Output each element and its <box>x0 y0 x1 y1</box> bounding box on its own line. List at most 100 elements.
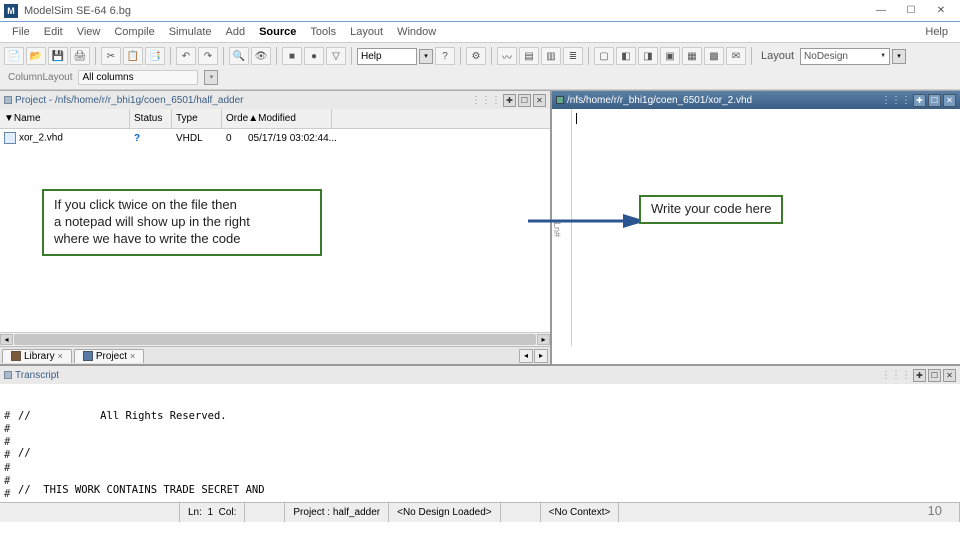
g2-icon[interactable]: ◧ <box>616 47 636 65</box>
maximize-button[interactable]: ☐ <box>896 0 926 22</box>
copy-icon[interactable]: 📋 <box>123 47 143 65</box>
transcript-gutter: ######## <box>4 386 18 500</box>
g4-icon[interactable]: ▣ <box>660 47 680 65</box>
pane-close-icon[interactable]: ✕ <box>943 94 956 107</box>
arrow-icon <box>528 206 650 236</box>
col-status[interactable]: Status <box>130 109 172 128</box>
wave-icon[interactable]: 〰 <box>497 47 517 65</box>
project-pane-title: Project - /nfs/home/r/r_bhi1g/coen_6501/… <box>15 95 243 106</box>
bottom-tabs: Library × Project × ◂ ▸ <box>0 346 552 364</box>
close-button[interactable]: ✕ <box>926 0 956 22</box>
pane-handle-icon[interactable] <box>4 96 12 104</box>
col-name[interactable]: ▼Name <box>0 109 130 128</box>
tab-project[interactable]: Project × <box>74 349 144 363</box>
menu-window[interactable]: Window <box>391 24 442 40</box>
transcript-body[interactable]: ######## // All Rights Reserved. // // T… <box>0 384 960 502</box>
menu-add[interactable]: Add <box>220 24 252 40</box>
pane-dock-icon[interactable]: ✚ <box>913 94 926 107</box>
mem-icon[interactable]: ▤ <box>519 47 539 65</box>
redo-icon[interactable]: ↷ <box>198 47 218 65</box>
file-order: 0 <box>222 131 244 146</box>
help-dropdown-icon[interactable]: ▾ <box>419 49 433 64</box>
g1-icon[interactable]: ▢ <box>594 47 614 65</box>
project-pane: Project - /nfs/home/r/r_bhi1g/coen_6501/… <box>0 91 552 346</box>
layout-value: NoDesign <box>804 51 848 62</box>
layout-dropdown-icon[interactable]: ▾ <box>892 49 906 64</box>
menu-edit[interactable]: Edit <box>38 24 69 40</box>
g3-icon[interactable]: ◨ <box>638 47 658 65</box>
transcript-title: Transcript <box>15 370 59 381</box>
menu-layout[interactable]: Layout <box>344 24 389 40</box>
new-icon[interactable]: 📄 <box>4 47 24 65</box>
help-icon[interactable]: ? <box>435 47 455 65</box>
pane-dock-icon[interactable]: ✚ <box>913 369 926 382</box>
menu-simulate[interactable]: Simulate <box>163 24 218 40</box>
chevron-down-icon: ▼ <box>880 53 886 59</box>
tab-library-label: Library <box>24 351 55 362</box>
menu-tools[interactable]: Tools <box>304 24 342 40</box>
list-icon[interactable]: ≣ <box>563 47 583 65</box>
pane-max-icon[interactable]: ☐ <box>928 369 941 382</box>
status-context: <No Context> <box>541 503 620 522</box>
pane-max-icon[interactable]: ☐ <box>518 94 531 107</box>
paste-icon[interactable]: 📑 <box>145 47 165 65</box>
editor-pane-title: /nfs/home/r/r_bhi1g/coen_6501/xor_2.vhd <box>567 95 752 106</box>
file-modified: 05/17/19 03:02:44... <box>244 131 342 146</box>
columnlayout-input[interactable] <box>78 70 198 85</box>
col-type[interactable]: Type <box>172 109 222 128</box>
text-cursor <box>576 113 577 124</box>
menu-file[interactable]: File <box>6 24 36 40</box>
pane-dock-icon[interactable]: ✚ <box>503 94 516 107</box>
cut-icon[interactable]: ✂ <box>101 47 121 65</box>
transcript-header: Transcript ⋮⋮⋮ ✚ ☐ ✕ <box>0 366 960 384</box>
minimize-button[interactable]: — <box>866 0 896 22</box>
columnlayout-dropdown-icon[interactable]: ▾ <box>204 70 218 85</box>
menu-view[interactable]: View <box>71 24 107 40</box>
menu-help[interactable]: Help <box>919 24 954 40</box>
title-bar: M ModelSim SE-64 6.bg — ☐ ✕ <box>0 0 960 22</box>
menu-source[interactable]: Source <box>253 24 302 40</box>
project-hscroll[interactable]: ◂ ▸ <box>0 332 550 346</box>
tab-close-icon[interactable]: × <box>58 351 63 361</box>
tab-project-label: Project <box>96 351 127 362</box>
tab-close-icon[interactable]: × <box>130 351 135 361</box>
cfg-icon[interactable]: ⚙ <box>466 47 486 65</box>
layout-selector[interactable]: NoDesign ▼ <box>800 48 890 65</box>
g5-icon[interactable]: ▦ <box>682 47 702 65</box>
pane-max-icon[interactable]: ☐ <box>928 94 941 107</box>
g6-icon[interactable]: ▩ <box>704 47 724 65</box>
tabs-left-icon[interactable]: ◂ <box>519 349 533 363</box>
pane-handle-icon[interactable] <box>556 96 564 104</box>
scroll-left-icon[interactable]: ◂ <box>0 334 13 345</box>
msg-icon[interactable]: ✉ <box>726 47 746 65</box>
save-icon[interactable]: 💾 <box>48 47 68 65</box>
tab-library[interactable]: Library × <box>2 349 72 363</box>
open-icon[interactable]: 📂 <box>26 47 46 65</box>
project-pane-header: Project - /nfs/home/r/r_bhi1g/coen_6501/… <box>0 91 550 109</box>
scroll-thumb[interactable] <box>14 334 536 345</box>
file-status: ? <box>134 133 140 144</box>
project-row[interactable]: xor_2.vhd ? VHDL 0 05/17/19 03:02:44... <box>0 129 550 147</box>
status-line: Ln: 1 Col: <box>180 503 245 522</box>
step-icon[interactable]: ▽ <box>326 47 346 65</box>
stop-icon[interactable]: ■ <box>282 47 302 65</box>
col-order[interactable]: Orde▲Modified <box>222 109 332 128</box>
pane-close-icon[interactable]: ✕ <box>533 94 546 107</box>
menu-compile[interactable]: Compile <box>108 24 160 40</box>
pane-handle-icon[interactable] <box>4 371 12 379</box>
tabs-right-icon[interactable]: ▸ <box>534 349 548 363</box>
slide-number: 10 <box>928 503 942 518</box>
callout-write-code-text: Write your code here <box>651 201 771 216</box>
undo-icon[interactable]: ↶ <box>176 47 196 65</box>
pane-close-icon[interactable]: ✕ <box>943 369 956 382</box>
scroll-right-icon[interactable]: ▸ <box>537 334 550 345</box>
find-icon[interactable]: 🔍 <box>229 47 249 65</box>
project-column-headers: ▼Name Status Type Orde▲Modified <box>0 109 550 129</box>
print-icon[interactable]: 🖨 <box>70 47 90 65</box>
pane-chevrons-icon: ⋮⋮⋮ <box>881 95 911 106</box>
signals-icon[interactable]: ▥ <box>541 47 561 65</box>
zoom-icon[interactable]: 👁 <box>251 47 271 65</box>
help-search[interactable]: Help <box>357 48 417 65</box>
library-tab-icon <box>11 351 21 361</box>
break-icon[interactable]: ● <box>304 47 324 65</box>
